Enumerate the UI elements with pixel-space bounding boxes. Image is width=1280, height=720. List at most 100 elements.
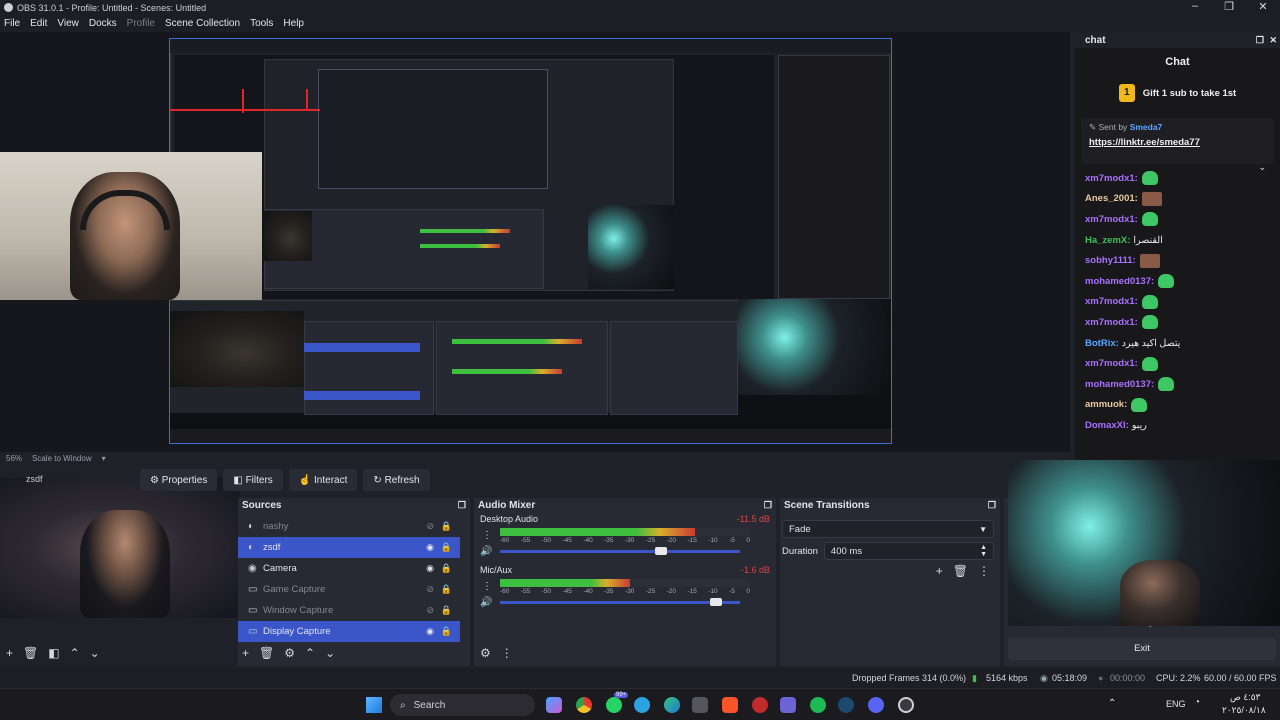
copilot-icon[interactable]	[546, 697, 562, 713]
menu-file[interactable]: File	[4, 18, 20, 29]
more-vertical-icon[interactable]: ⋮	[482, 581, 492, 592]
volume-slider[interactable]	[500, 598, 740, 606]
menu-docks[interactable]: Docks	[89, 18, 117, 29]
chat-username[interactable]: Ha_zemX:	[1085, 235, 1130, 246]
windows-start-icon[interactable]	[366, 697, 382, 713]
trash-icon[interactable]: 🗑	[953, 564, 968, 578]
program-canvas[interactable]	[169, 38, 892, 444]
maximize-icon[interactable]: ❐	[1212, 0, 1246, 13]
chat-username[interactable]: DomaxXl:	[1085, 420, 1129, 431]
interact-button[interactable]: ☝ Interact	[288, 469, 358, 491]
chat-username[interactable]: BotRix:	[1085, 338, 1119, 349]
taskbar-search[interactable]: ⌕ Search	[390, 694, 535, 716]
gift-banner[interactable]: 1 Gift 1 sub to take 1st	[1075, 84, 1280, 102]
transition-select[interactable]: Fade ▼	[782, 520, 994, 538]
lock-icon[interactable]: 🔒	[441, 605, 452, 616]
scale-mode[interactable]: Scale to Window	[32, 454, 92, 463]
chat-username[interactable]: xm7modx1:	[1085, 173, 1138, 184]
recorder-icon[interactable]	[752, 697, 768, 713]
add-icon[interactable]: +	[6, 646, 13, 660]
lock-icon[interactable]: 🔒	[441, 542, 452, 553]
slider-handle[interactable]	[655, 547, 668, 555]
close-icon[interactable]: ✕	[1246, 0, 1280, 13]
chat-username[interactable]: sobhy1111:	[1085, 255, 1136, 266]
clock-time[interactable]: ٤:٥٣ ص	[1230, 692, 1260, 703]
menu-scene-collection[interactable]: Scene Collection	[165, 18, 240, 29]
undock-icon[interactable]: ❐	[764, 500, 772, 511]
trash-icon[interactable]: 🗑	[259, 646, 274, 660]
menu-view[interactable]: View	[57, 18, 79, 29]
pinned-message[interactable]: ✎ Sent by Smeda7 https://linktr.ee/smeda…	[1081, 118, 1274, 172]
eye-hidden-icon[interactable]: ⊘	[426, 605, 434, 616]
trash-icon[interactable]: 🗑	[23, 646, 38, 660]
wifi-icon[interactable]: ◔	[1194, 697, 1200, 708]
source-item[interactable]: ▭ Display Capture ◉ 🔒	[238, 621, 460, 642]
zoom-level[interactable]: 56%	[6, 454, 22, 463]
chevron-down-icon[interactable]: ⌄	[325, 646, 335, 660]
pinned-link[interactable]: https://linktr.ee/smeda77	[1089, 137, 1266, 148]
menu-help[interactable]: Help	[283, 18, 304, 29]
duration-spinbox[interactable]: 400 ms ▲ ▼	[823, 542, 994, 560]
chevron-down-icon[interactable]: ⌄	[90, 646, 100, 660]
discord-icon[interactable]	[868, 697, 884, 713]
eye-icon[interactable]: ◉	[426, 563, 434, 574]
source-item[interactable]: ▭ Window Capture ⊘ 🔒	[238, 600, 460, 621]
exit-button[interactable]: Exit	[1008, 638, 1276, 660]
chevron-up-icon[interactable]: ⌃	[305, 646, 315, 660]
speaker-icon[interactable]: 🔊	[480, 546, 500, 557]
whatsapp-icon[interactable]	[606, 697, 622, 713]
chat-username[interactable]: mohamed0137:	[1085, 379, 1154, 390]
chat-username[interactable]: mohamed0137:	[1085, 276, 1154, 287]
lock-icon[interactable]: 🔒	[441, 584, 452, 595]
properties-button[interactable]: ⚙ Properties	[140, 469, 218, 491]
close-dock-icon[interactable]: ✕	[1269, 35, 1277, 46]
source-item[interactable]: ◉ Camera ◉ 🔒	[238, 558, 460, 579]
more-vertical-icon[interactable]: ⋮	[978, 564, 990, 578]
chevron-down-icon[interactable]: ⌄	[1258, 162, 1266, 173]
undock-icon[interactable]: ❐	[1256, 35, 1264, 46]
chat-username[interactable]: xm7modx1:	[1085, 214, 1138, 225]
add-icon[interactable]: +	[242, 646, 249, 660]
speaker-icon[interactable]: 🔊	[480, 597, 500, 608]
teams-icon[interactable]	[780, 697, 796, 713]
volume-slider[interactable]	[500, 547, 740, 555]
obs-icon[interactable]	[898, 697, 914, 713]
eye-hidden-icon[interactable]: ⊘	[426, 521, 434, 532]
chat-username[interactable]: xm7modx1:	[1085, 296, 1138, 307]
spotify-icon[interactable]	[810, 697, 826, 713]
menu-profile[interactable]: Profile	[127, 18, 155, 29]
tray-chevron-icon[interactable]: ⌃	[1108, 698, 1116, 709]
source-item[interactable]: ▭ Game Capture ⊘ 🔒	[238, 579, 460, 600]
gear-icon[interactable]: ⚙	[284, 646, 295, 660]
slider-handle[interactable]	[709, 598, 722, 606]
menu-tools[interactable]: Tools	[250, 18, 273, 29]
add-icon[interactable]: +	[936, 564, 943, 578]
source-item[interactable]: ◐ zsdf ◉ 🔒	[238, 537, 460, 558]
minimize-icon[interactable]: –	[1178, 0, 1212, 13]
telegram-icon[interactable]	[634, 697, 650, 713]
eye-hidden-icon[interactable]: ⊘	[426, 584, 434, 595]
gear-icon[interactable]: ⚙	[480, 646, 491, 660]
lock-icon[interactable]: 🔒	[441, 521, 452, 532]
steam-icon[interactable]	[838, 697, 854, 713]
chat-username[interactable]: xm7modx1:	[1085, 317, 1138, 328]
undock-icon[interactable]: ❐	[458, 500, 466, 511]
eye-icon[interactable]: ◉	[426, 542, 434, 553]
chevron-down-icon[interactable]: ▾	[102, 454, 106, 463]
chevron-up-icon[interactable]: ⌃	[70, 646, 80, 660]
chat-username[interactable]: xm7modx1:	[1085, 358, 1138, 369]
source-item[interactable]: ◐ nashy ⊘ 🔒	[238, 516, 460, 537]
lock-icon[interactable]: 🔒	[441, 563, 452, 574]
more-vertical-icon[interactable]: ⋮	[482, 530, 492, 541]
clock-date[interactable]: ٢٠٢٥/٠٨/١٨	[1222, 705, 1266, 716]
filter-icon[interactable]: ◧	[48, 646, 59, 660]
menu-edit[interactable]: Edit	[30, 18, 47, 29]
lock-icon[interactable]: 🔒	[441, 626, 452, 637]
edge-icon[interactable]	[664, 697, 680, 713]
language-indicator[interactable]: ENG	[1166, 699, 1186, 709]
app-icon[interactable]	[692, 697, 708, 713]
eye-icon[interactable]: ◉	[426, 626, 434, 637]
undock-icon[interactable]: ❐	[988, 500, 996, 511]
more-vertical-icon[interactable]: ⋮	[501, 646, 513, 660]
filters-button[interactable]: ◧ Filters	[223, 469, 283, 491]
